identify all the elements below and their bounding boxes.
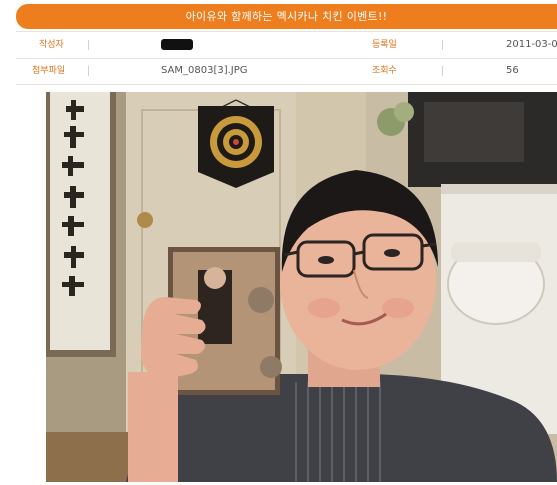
attached-photo[interactable] (46, 92, 557, 482)
post-meta-table: 작성자 등록일 2011-03-03 첨부파일 SAM_0803[3].JPG … (16, 31, 557, 85)
attachment-label: 첨부파일 (32, 66, 66, 76)
photo-illustration (46, 92, 557, 482)
door-knob (137, 212, 153, 228)
meta-row-attachment-views: 첨부파일 SAM_0803[3].JPG 조회수 56 (16, 58, 557, 85)
separator (442, 40, 443, 50)
separator (88, 40, 89, 50)
meta-row-author-date: 작성자 등록일 2011-03-03 (16, 31, 557, 59)
author-label: 작성자 (39, 40, 64, 50)
views-value: 56 (506, 65, 519, 76)
calligraphy-scroll (50, 92, 110, 350)
post-title: 아이유와 함께하는 멕시카나 치킨 이벤트!! (185, 10, 388, 23)
separator (442, 66, 443, 76)
forearm (128, 372, 178, 482)
date-label: 등록일 (372, 40, 397, 50)
post-title-bar: 아이유와 함께하는 멕시카나 치킨 이벤트!! (16, 4, 557, 29)
attachment-link[interactable]: SAM_0803[3].JPG (161, 58, 248, 84)
author-redaction (161, 39, 193, 50)
views-label: 조회수 (372, 66, 397, 76)
separator (88, 66, 89, 76)
date-value: 2011-03-03 (506, 39, 557, 50)
